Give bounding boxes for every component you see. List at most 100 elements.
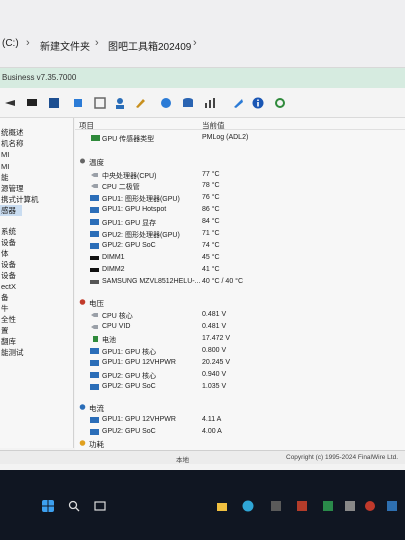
sidebar-item[interactable]: MI	[0, 161, 9, 172]
table-row[interactable]: DIMM1 45 °C	[75, 252, 405, 263]
info-icon[interactable]	[252, 97, 264, 109]
sidebar-item[interactable]: 置	[0, 325, 9, 336]
sidebar-item[interactable]: 系统	[0, 226, 16, 237]
row-value: 84 °C	[202, 218, 220, 225]
save-icon[interactable]	[48, 97, 60, 109]
status-bar: 本地 Copyright (c) 1995-2024 FinalWire Ltd…	[0, 450, 405, 464]
section-voltage[interactable]: 电压	[75, 296, 405, 308]
table-row[interactable]: GPU2: GPU SoC 4.00 A	[75, 426, 405, 437]
table-row[interactable]: CPU VID 0.481 V	[75, 321, 405, 332]
table-row[interactable]: GPU1: GPU Hotspot 86 °C	[75, 204, 405, 215]
sidebar-item[interactable]: 翻库	[0, 336, 16, 347]
breadcrumb-folder1[interactable]: 新建文件夹	[40, 38, 90, 53]
column-item[interactable]: 项目	[79, 120, 94, 131]
sidebar-item[interactable]: 体	[0, 248, 9, 259]
app-icon[interactable]	[296, 500, 308, 512]
sidebar-item[interactable]: 设备	[0, 237, 16, 248]
motherboard-icon[interactable]	[94, 97, 106, 109]
table-row[interactable]: SAMSUNG MZVL8512HELU-... 40 °C / 40 °C	[75, 276, 405, 287]
column-header: 项目 当前值	[75, 118, 405, 130]
gpu-icon	[90, 360, 99, 366]
row-value: 4.11 A	[202, 416, 222, 423]
search-icon[interactable]	[68, 500, 80, 512]
section-power[interactable]: 功耗	[75, 437, 405, 449]
sidebar-item[interactable]: ectX	[0, 281, 16, 292]
app-icon[interactable]	[386, 500, 398, 512]
chip-icon[interactable]	[72, 97, 84, 109]
row-label: GPU1: GPU 核心	[102, 349, 157, 356]
section-title: 电流	[89, 404, 104, 413]
table-row[interactable]: CPU 核心 0.481 V	[75, 309, 405, 320]
app-icon[interactable]	[270, 500, 282, 512]
table-row[interactable]: GPU1: GPU 核心 0.800 V	[75, 345, 405, 356]
app-icon[interactable]	[364, 500, 376, 512]
sidebar-item[interactable]: 携式计算机	[0, 194, 39, 205]
user-icon[interactable]	[114, 97, 126, 109]
taskbar	[0, 470, 405, 540]
row-label: GPU2: GPU SoC	[102, 383, 156, 390]
task-view-icon[interactable]	[94, 500, 106, 512]
table-row[interactable]: GPU2: GPU SoC 74 °C	[75, 240, 405, 251]
table-row[interactable]: CPU 二极管 78 °C	[75, 180, 405, 191]
section-current[interactable]: 电流	[75, 401, 405, 413]
app-icon[interactable]	[322, 500, 334, 512]
ssd-icon	[90, 280, 99, 284]
sidebar-item[interactable]: 统概述	[0, 127, 24, 138]
table-row[interactable]: DIMM2 41 °C	[75, 264, 405, 275]
row-label: DIMM2	[102, 266, 125, 273]
chart-icon[interactable]	[204, 97, 216, 109]
gpu-icon	[90, 243, 99, 249]
sidebar-item[interactable]: 全性	[0, 314, 16, 325]
row-label: CPU 二极管	[102, 184, 140, 191]
sidebar-item[interactable]: 设备	[0, 259, 16, 270]
monitor-icon[interactable]	[26, 97, 38, 109]
table-row[interactable]: GPU1: GPU 12VHPWR 4.11 A	[75, 414, 405, 425]
row-value: 0.481 V	[202, 323, 227, 330]
row-label: DIMM1	[102, 254, 125, 261]
memory-icon	[90, 268, 99, 272]
memory-icon	[90, 256, 99, 260]
section-temperature[interactable]: 温度	[75, 155, 405, 167]
globe-icon[interactable]	[160, 97, 172, 109]
database-icon[interactable]	[182, 97, 194, 109]
explorer-icon[interactable]	[216, 500, 228, 512]
breadcrumb-separator: ›	[95, 37, 99, 49]
breadcrumb-drive[interactable]: (C:)	[2, 38, 19, 49]
sidebar-item[interactable]: 机名称	[0, 138, 24, 149]
row-label: 电池	[102, 337, 116, 344]
edge-icon[interactable]	[242, 500, 254, 512]
gpu-icon	[90, 195, 99, 201]
table-row[interactable]: GPU1: GPU 显存 84 °C	[75, 216, 405, 227]
sidebar-item[interactable]: 备	[0, 292, 9, 303]
sidebar-item[interactable]: 能测试	[0, 347, 24, 358]
table-row[interactable]: GPU2: GPU 核心 0.940 V	[75, 369, 405, 380]
wrench-icon[interactable]	[232, 97, 244, 109]
table-row[interactable]: 中央处理器(CPU) 77 °C	[75, 169, 405, 180]
table-row[interactable]: GPU1: GPU 12VHPWR 20.245 V	[75, 357, 405, 368]
app-title-bar: Business v7.35.7000	[0, 68, 405, 88]
row-value: 0.481 V	[202, 311, 227, 318]
tools-icon[interactable]	[134, 97, 146, 109]
sidebar-item[interactable]: 能	[0, 172, 9, 183]
table-row[interactable]: GPU2: 图形处理器(GPU) 71 °C	[75, 228, 405, 239]
back-icon[interactable]	[4, 97, 16, 109]
gpu-icon	[90, 429, 99, 435]
voltage-icon	[79, 299, 86, 305]
sidebar-item[interactable]: 源管理	[0, 183, 24, 194]
row-label: GPU1: GPU 12VHPWR	[102, 359, 176, 366]
sidebar-item[interactable]: 设备	[0, 270, 16, 281]
sidebar-item-sensors[interactable]: 感器	[0, 205, 22, 216]
chip-icon	[91, 184, 98, 188]
table-row[interactable]: GPU2: GPU SoC 1.035 V	[75, 381, 405, 392]
app-icon[interactable]	[344, 500, 356, 512]
table-row[interactable]: GPU1: 图形处理器(GPU) 76 °C	[75, 192, 405, 203]
column-value[interactable]: 当前值	[202, 120, 225, 131]
app-title: Business v7.35.7000	[2, 73, 77, 82]
table-row[interactable]: GPU 传感器类型 PMLog (ADL2)	[75, 132, 405, 143]
windows-start-icon[interactable]	[42, 500, 54, 512]
breadcrumb-folder2[interactable]: 图吧工具箱202409	[108, 38, 191, 53]
table-row[interactable]: 电池 17.472 V	[75, 333, 405, 344]
sidebar-item[interactable]: MI	[0, 149, 9, 160]
sidebar-item[interactable]: 牛	[0, 303, 9, 314]
refresh-icon[interactable]	[274, 97, 286, 109]
